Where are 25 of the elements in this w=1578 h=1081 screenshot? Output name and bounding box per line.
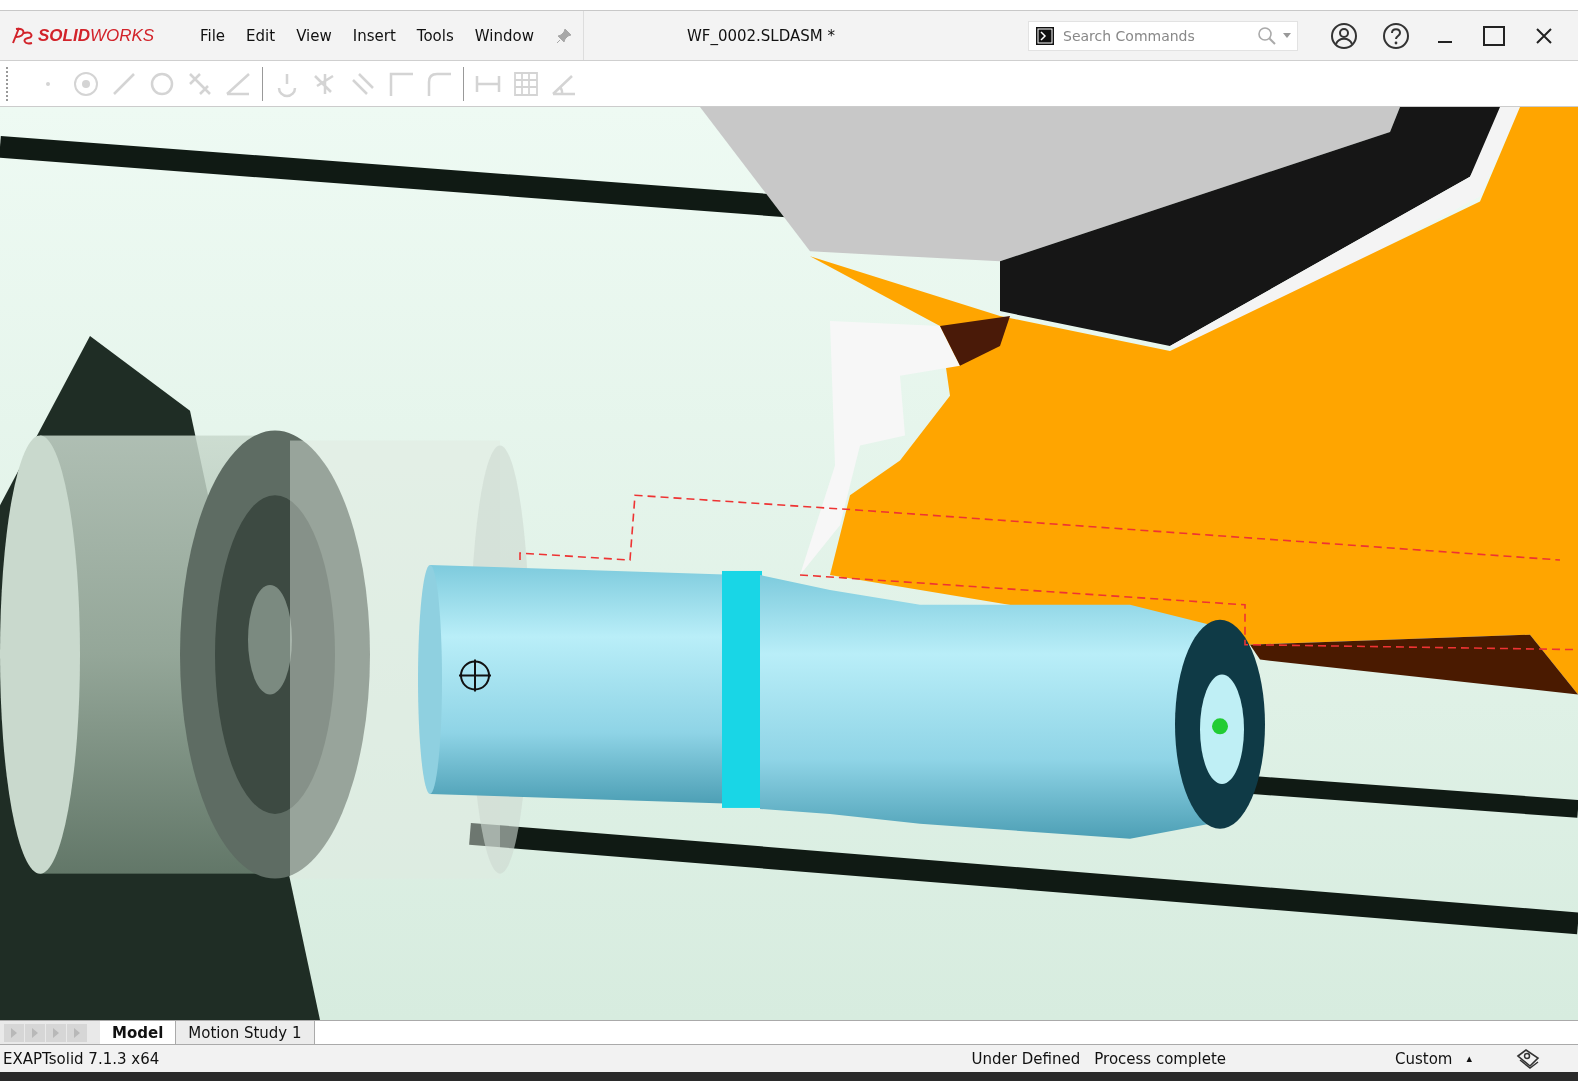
menu-item[interactable]: Edit <box>246 26 276 45</box>
command-search-bar[interactable]: Search Commands <box>1028 20 1298 51</box>
search-field[interactable]: Search Commands <box>1061 26 1251 45</box>
maximize-icon[interactable] <box>1483 25 1505 46</box>
menu-item[interactable]: View <box>296 26 332 45</box>
help-icon[interactable] <box>1382 21 1410 50</box>
units-arrow[interactable]: ▴ <box>1466 1052 1472 1065</box>
menu-item[interactable]: File <box>200 26 226 45</box>
app-logo: SOLIDWORKS <box>10 24 200 47</box>
process-status: Process complete <box>1094 1049 1226 1068</box>
close-icon[interactable] <box>1535 26 1553 45</box>
menu-item[interactable]: Tools <box>416 26 454 45</box>
menu-item[interactable]: Insert <box>352 26 396 45</box>
dropdown-caret-icon[interactable] <box>1283 32 1291 39</box>
user-account-icon[interactable] <box>1330 21 1358 50</box>
menu-item[interactable]: Window <box>474 26 534 45</box>
definition-status: Under Defined <box>971 1049 1081 1068</box>
version-text: EXAPTsolid 7.1.3 x64 <box>3 1049 160 1068</box>
window-title: WF_0002.SLDASM * <box>686 26 835 45</box>
command-prompt-icon <box>1035 25 1055 46</box>
tag-icon[interactable] <box>1516 1047 1540 1070</box>
tab[interactable]: Model <box>100 1021 177 1044</box>
units-selector[interactable]: Custom <box>1395 1049 1453 1068</box>
search-icon[interactable] <box>1257 25 1277 46</box>
pin-icon[interactable] <box>554 26 573 45</box>
